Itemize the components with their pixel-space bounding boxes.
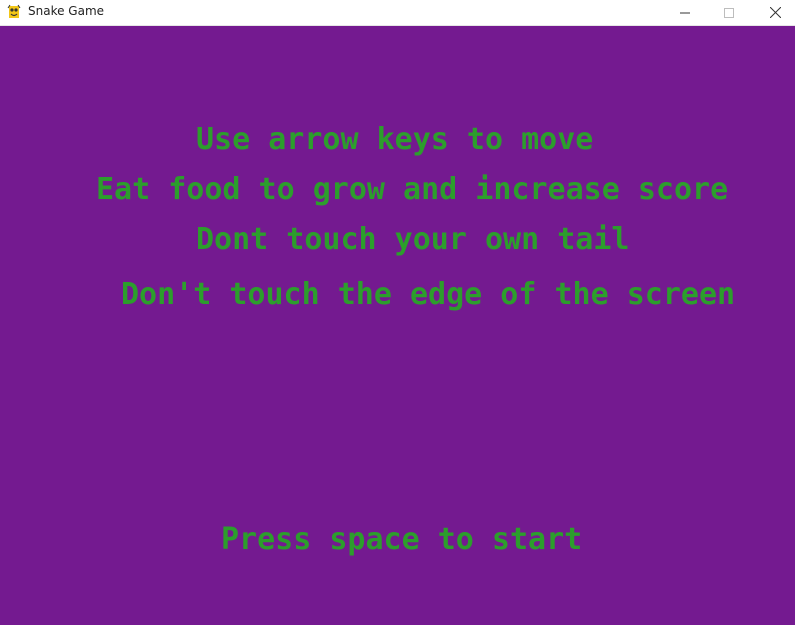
start-prompt: Press space to start [221,522,583,557]
minimize-button[interactable] [662,0,708,25]
instruction-tail: Dont touch your own tail [196,222,630,257]
maximize-button[interactable] [706,0,752,25]
app-window: Snake Game Use arrow keys to move Eat fo… [0,0,795,625]
close-button[interactable] [752,0,795,25]
game-canvas[interactable]: Use arrow keys to move Eat food to grow … [0,26,795,625]
instruction-edge: Don't touch the edge of the screen [121,277,736,312]
instruction-eat-food: Eat food to grow and increase score [96,172,729,207]
maximize-icon [724,7,734,18]
snake-app-icon [6,4,22,20]
title-bar[interactable]: Snake Game [0,0,795,26]
instruction-move: Use arrow keys to move [196,122,594,157]
window-title: Snake Game [28,4,105,18]
close-icon [769,7,781,18]
minimize-icon [680,8,690,18]
